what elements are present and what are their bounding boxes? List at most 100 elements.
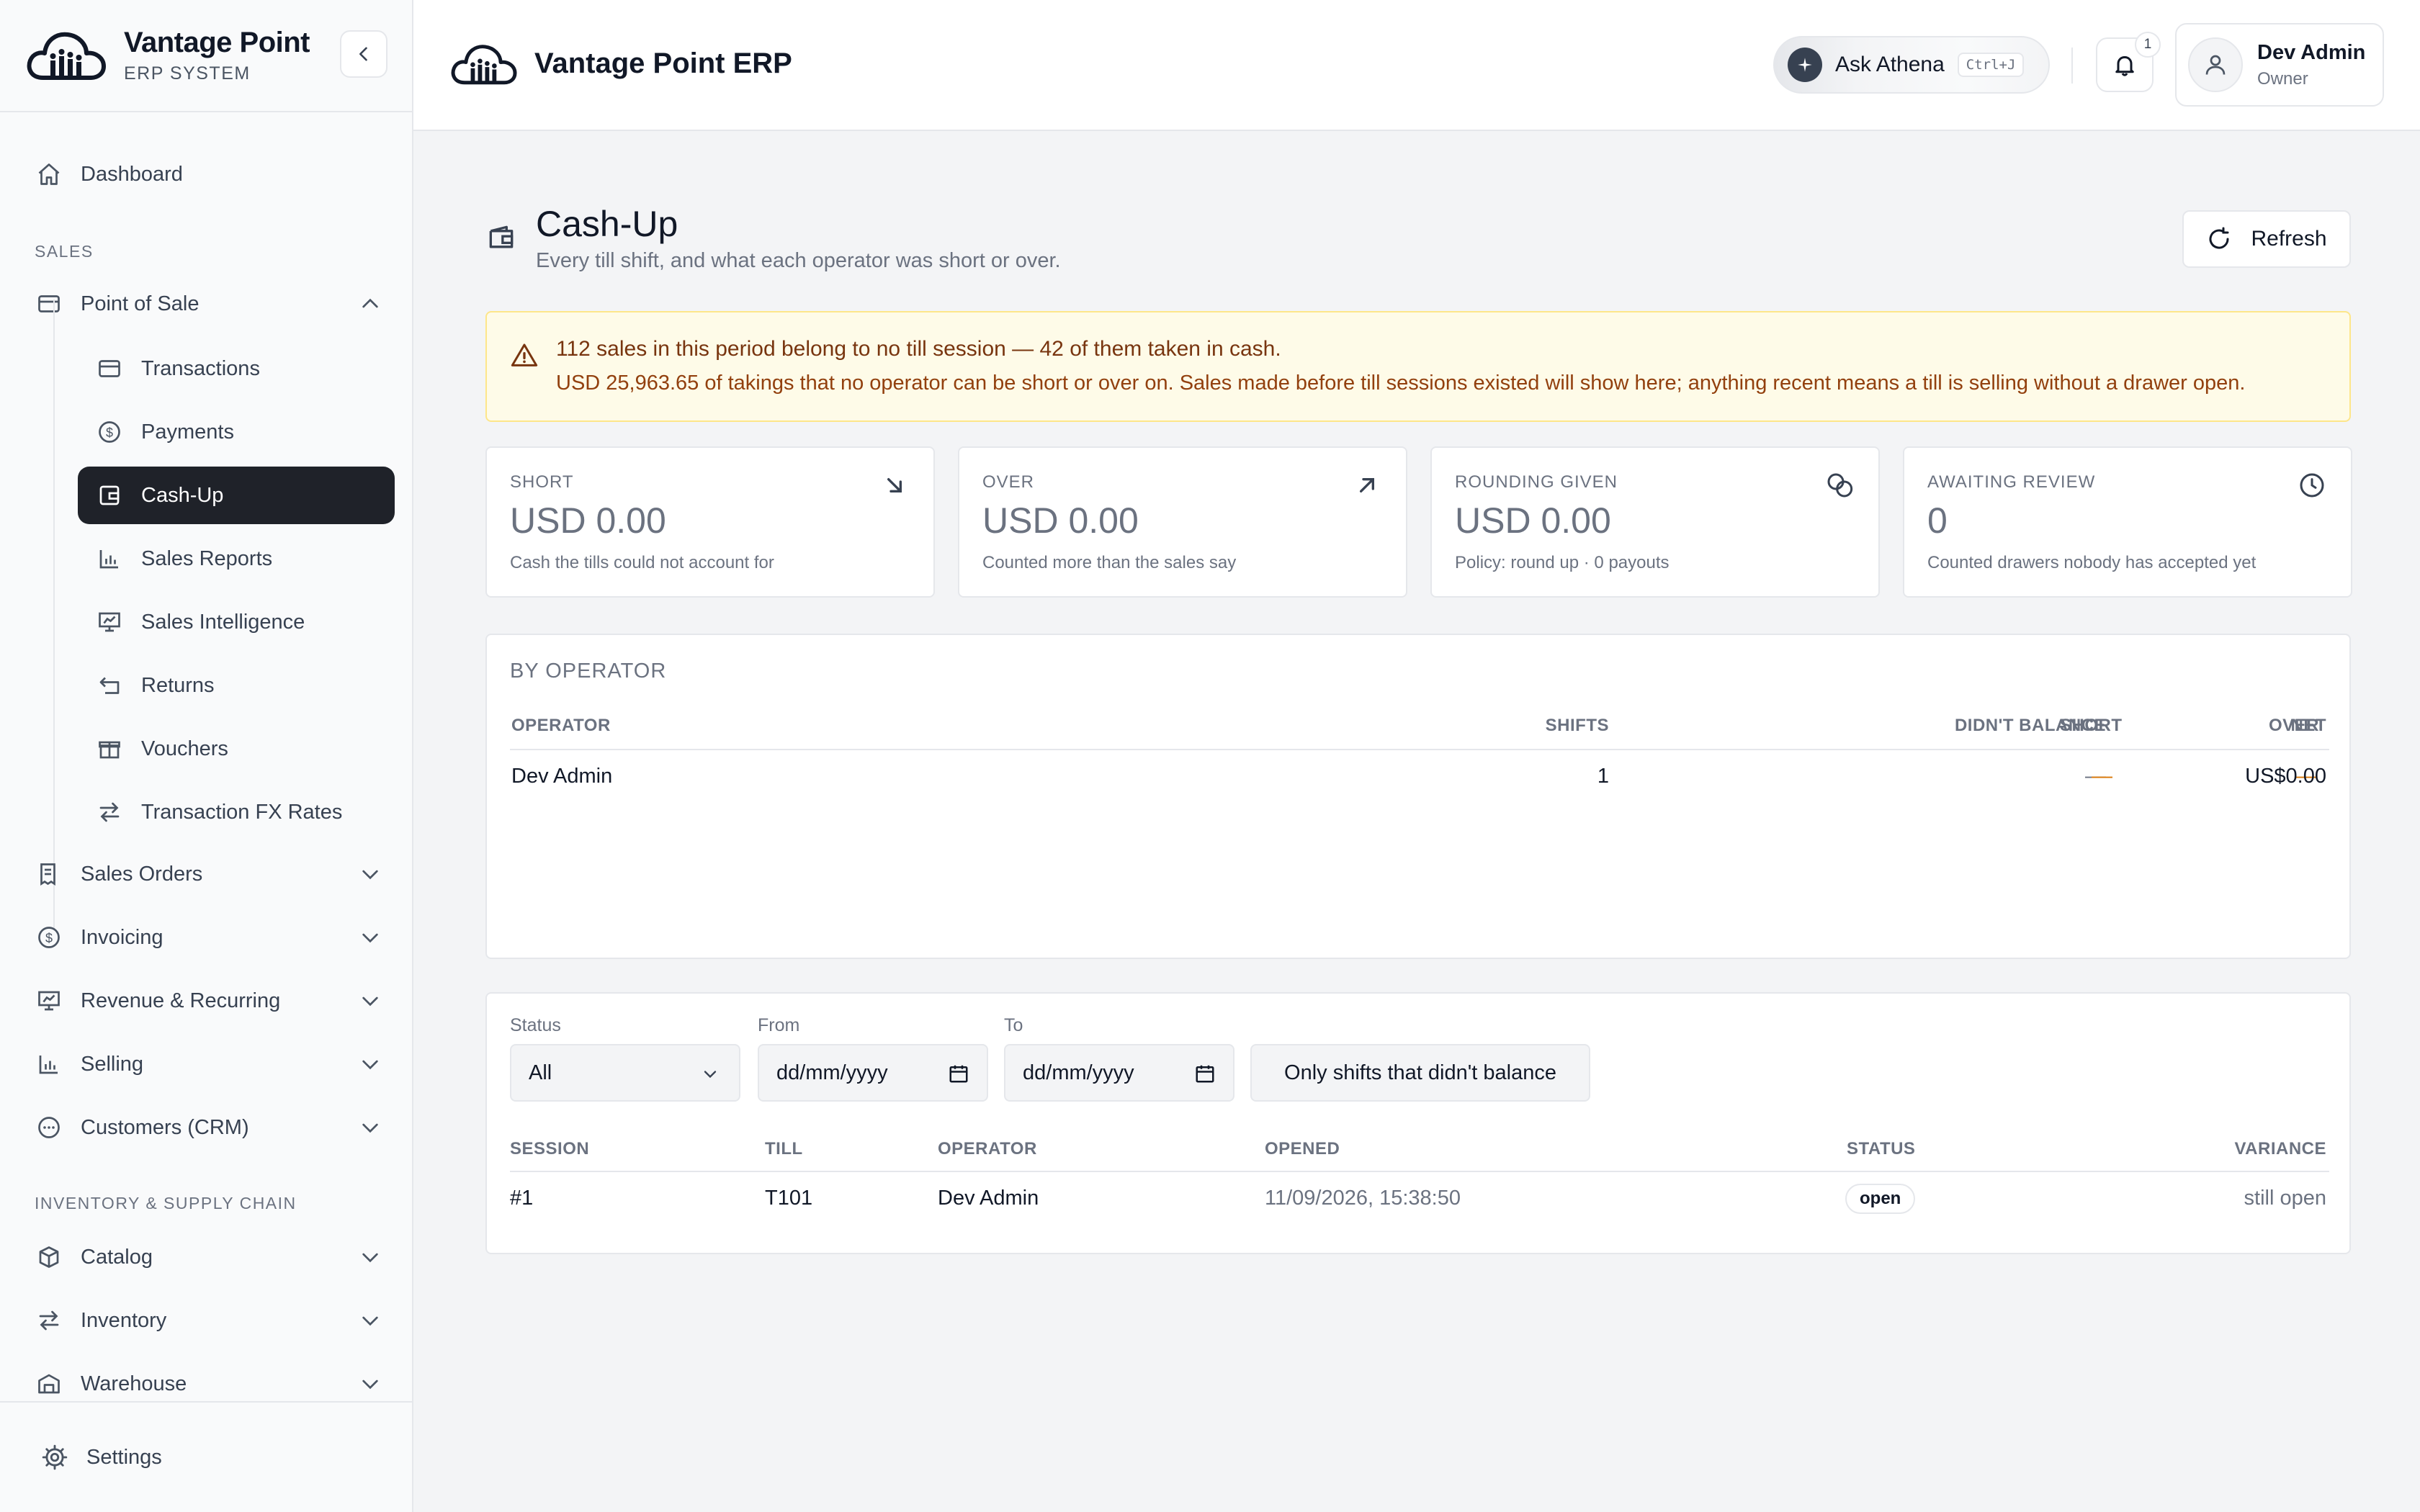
main-content: Cash-Up Every till shift, and what each …	[413, 131, 2420, 1512]
sidebar-item-catalog[interactable]: Catalog	[35, 1231, 395, 1283]
dollar-circle-icon: $	[35, 923, 63, 952]
column-header: NET	[2290, 716, 2326, 735]
card-icon	[95, 354, 124, 383]
sidebar-item-transactions[interactable]: Transactions	[78, 340, 395, 397]
table-cell-session[interactable]: #1	[510, 1187, 533, 1210]
sidebar-item-cash-up[interactable]: Cash-Up	[78, 467, 395, 524]
swap-arrows-icon	[95, 798, 124, 827]
stat-value: USD 0.00	[1455, 500, 1611, 541]
status-select[interactable]: All	[510, 1044, 740, 1102]
status-select-value: All	[529, 1061, 552, 1084]
sidebar-item-sales-reports[interactable]: Sales Reports	[78, 530, 395, 588]
sidebar-item-sales-orders[interactable]: Sales Orders	[35, 848, 395, 900]
sidebar-item-invoicing[interactable]: $ Invoicing	[35, 912, 395, 963]
bar-chart-icon	[35, 1050, 63, 1079]
refresh-button[interactable]: Refresh	[2182, 210, 2351, 268]
sidebar-item-payments[interactable]: $ Payments	[78, 403, 395, 461]
arrow-down-right-icon	[887, 478, 902, 492]
column-header: OPERATOR	[511, 716, 611, 735]
user-icon	[2205, 55, 2226, 75]
user-menu[interactable]: Dev Admin Owner	[2175, 23, 2384, 107]
brand-subtitle: ERP SYSTEM	[124, 63, 251, 84]
from-date-placeholder: dd/mm/yyyy	[776, 1061, 888, 1084]
sidebar-item-selling[interactable]: Selling	[35, 1038, 395, 1090]
sidebar-item-label: Inventory	[81, 1308, 167, 1332]
to-date-input[interactable]: dd/mm/yyyy	[1004, 1044, 1234, 1102]
sidebar-item-warehouse[interactable]: Warehouse	[35, 1358, 395, 1401]
sidebar: Vantage Point ERP SYSTEM Dashboard SALES…	[0, 0, 413, 1512]
table-cell-operator: Dev Admin	[938, 1187, 1039, 1210]
svg-text:$: $	[106, 426, 113, 440]
wallet-icon	[489, 225, 514, 248]
sidebar-item-inventory[interactable]: Inventory	[35, 1295, 395, 1346]
table-cell-shifts: 1	[1597, 765, 1609, 788]
chat-bubble-icon	[35, 1113, 63, 1142]
notifications-button[interactable]: 1	[2096, 32, 2161, 92]
section-title: BY OPERATOR	[510, 660, 667, 683]
return-icon	[95, 671, 124, 700]
page-title: Cash-Up	[536, 204, 678, 244]
warehouse-icon	[35, 1369, 63, 1398]
from-date-input[interactable]: dd/mm/yyyy	[758, 1044, 988, 1102]
stat-label: ROUNDING GIVEN	[1455, 472, 1618, 492]
stat-label: AWAITING REVIEW	[1927, 472, 2096, 492]
sidebar-item-vouchers[interactable]: Vouchers	[78, 720, 395, 778]
user-name: Dev Admin	[2257, 40, 2366, 64]
status-filter-label: Status	[510, 1015, 561, 1035]
stat-label: SHORT	[510, 472, 574, 492]
from-filter-label: From	[758, 1015, 800, 1035]
sidebar-item-revenue-recurring[interactable]: Revenue & Recurring	[35, 975, 395, 1027]
header-title: Vantage Point ERP	[534, 48, 792, 79]
column-header: SESSION	[510, 1139, 590, 1158]
collapse-sidebar-button[interactable]	[340, 30, 387, 78]
only-unbalanced-toggle[interactable]: Only shifts that didn't balance	[1250, 1044, 1590, 1102]
shortcut-hint: Ctrl+J	[1957, 53, 2025, 77]
chevron-down-icon	[362, 870, 378, 880]
sidebar-item-point-of-sale[interactable]: Point of Sale	[35, 278, 395, 330]
sidebar-item-dashboard[interactable]: Dashboard	[35, 148, 395, 200]
sparkle-icon	[1788, 48, 1822, 82]
sidebar-item-label: Revenue & Recurring	[81, 989, 281, 1012]
stat-value: USD 0.00	[982, 500, 1139, 541]
nav-section-sales: SALES	[35, 242, 94, 261]
sidebar-item-settings[interactable]: Settings	[0, 1401, 412, 1512]
sidebar-item-label: Catalog	[81, 1245, 153, 1269]
sidebar-item-sales-intelligence[interactable]: Sales Intelligence	[78, 593, 395, 651]
gear-icon	[40, 1443, 69, 1472]
chevron-left-icon	[359, 47, 367, 61]
sidebar-item-crm[interactable]: Customers (CRM)	[35, 1102, 395, 1153]
alert-detail: USD 25,963.65 of takings that no operato…	[556, 372, 2246, 395]
sidebar-item-label: Returns	[141, 673, 215, 697]
ask-athena-button[interactable]: Ask Athena Ctrl+J	[1773, 36, 2050, 94]
brand-title: Vantage Point	[124, 27, 310, 58]
table-cell-operator: Dev Admin	[511, 765, 613, 788]
swap-arrows-icon	[35, 1306, 63, 1335]
brand: Vantage Point ERP SYSTEM	[0, 0, 412, 112]
sidebar-item-returns[interactable]: Returns	[78, 657, 395, 714]
column-header: OPERATOR	[938, 1139, 1037, 1158]
stat-card-short: SHORT USD 0.00 Cash the tills could not …	[485, 446, 935, 598]
bell-icon	[2115, 56, 2134, 76]
alert-headline: 112 sales in this period belong to no ti…	[556, 337, 1281, 361]
table-cell-short: —	[2092, 765, 2112, 788]
refresh-label: Refresh	[2251, 227, 2327, 251]
dollar-circle-icon: $	[95, 418, 124, 446]
wallet-icon	[95, 481, 124, 510]
stat-label: OVER	[982, 472, 1035, 492]
to-date-placeholder: dd/mm/yyyy	[1023, 1061, 1134, 1084]
top-header: Vantage Point ERP Ask Athena Ctrl+J 1 De…	[413, 0, 2420, 131]
sidebar-item-label: Sales Intelligence	[141, 610, 305, 634]
sidebar-item-transaction-fx-rates[interactable]: Transaction FX Rates	[78, 783, 395, 841]
stat-value: USD 0.00	[510, 500, 666, 541]
stat-card-awaiting-review: AWAITING REVIEW 0 Counted drawers nobody…	[1903, 446, 2352, 598]
to-filter-label: To	[1004, 1015, 1023, 1035]
sidebar-item-label: Dashboard	[81, 162, 183, 186]
sidebar-item-label: Selling	[81, 1052, 144, 1076]
stat-description: Counted drawers nobody has accepted yet	[1927, 553, 2257, 572]
chevron-down-icon	[362, 1060, 378, 1070]
nav-section-inventory: INVENTORY & SUPPLY CHAIN	[35, 1194, 297, 1212]
arrow-up-right-icon	[1360, 478, 1374, 492]
presentation-icon	[35, 986, 63, 1015]
gift-icon	[95, 734, 124, 763]
table-cell-net: US$0.00	[2245, 765, 2326, 788]
